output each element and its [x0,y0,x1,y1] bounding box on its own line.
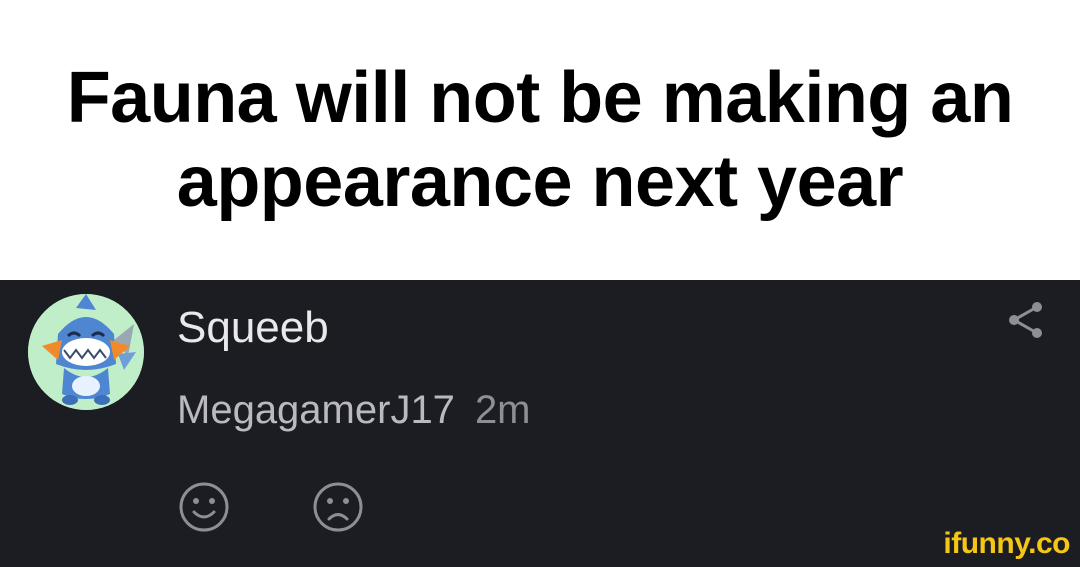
comment-panel: Squeeb MegagamerJ17 2m [0,280,1080,567]
share-icon [1009,302,1042,338]
caption-text: Fauna will not be making an appearance n… [66,58,1014,222]
caption-area: Fauna will not be making an appearance n… [0,0,1080,280]
smile-icon [179,482,229,532]
comment-timestamp: 2m [474,388,531,432]
reply-to-username[interactable]: MegagamerJ17 [177,388,455,432]
frown-icon [313,482,363,532]
smile-reaction-button[interactable] [177,480,231,534]
meme-image: Fauna will not be making an appearance n… [0,0,1080,567]
comment-username[interactable]: Squeeb [177,302,329,354]
shark-pokemon-avatar-icon [28,294,144,410]
share-button[interactable] [1004,298,1048,342]
frown-reaction-button[interactable] [311,480,365,534]
comment-meta: MegagamerJ17 2m [177,386,531,434]
avatar[interactable] [28,294,144,410]
ifunny-watermark: ifunny.co [943,527,1070,560]
